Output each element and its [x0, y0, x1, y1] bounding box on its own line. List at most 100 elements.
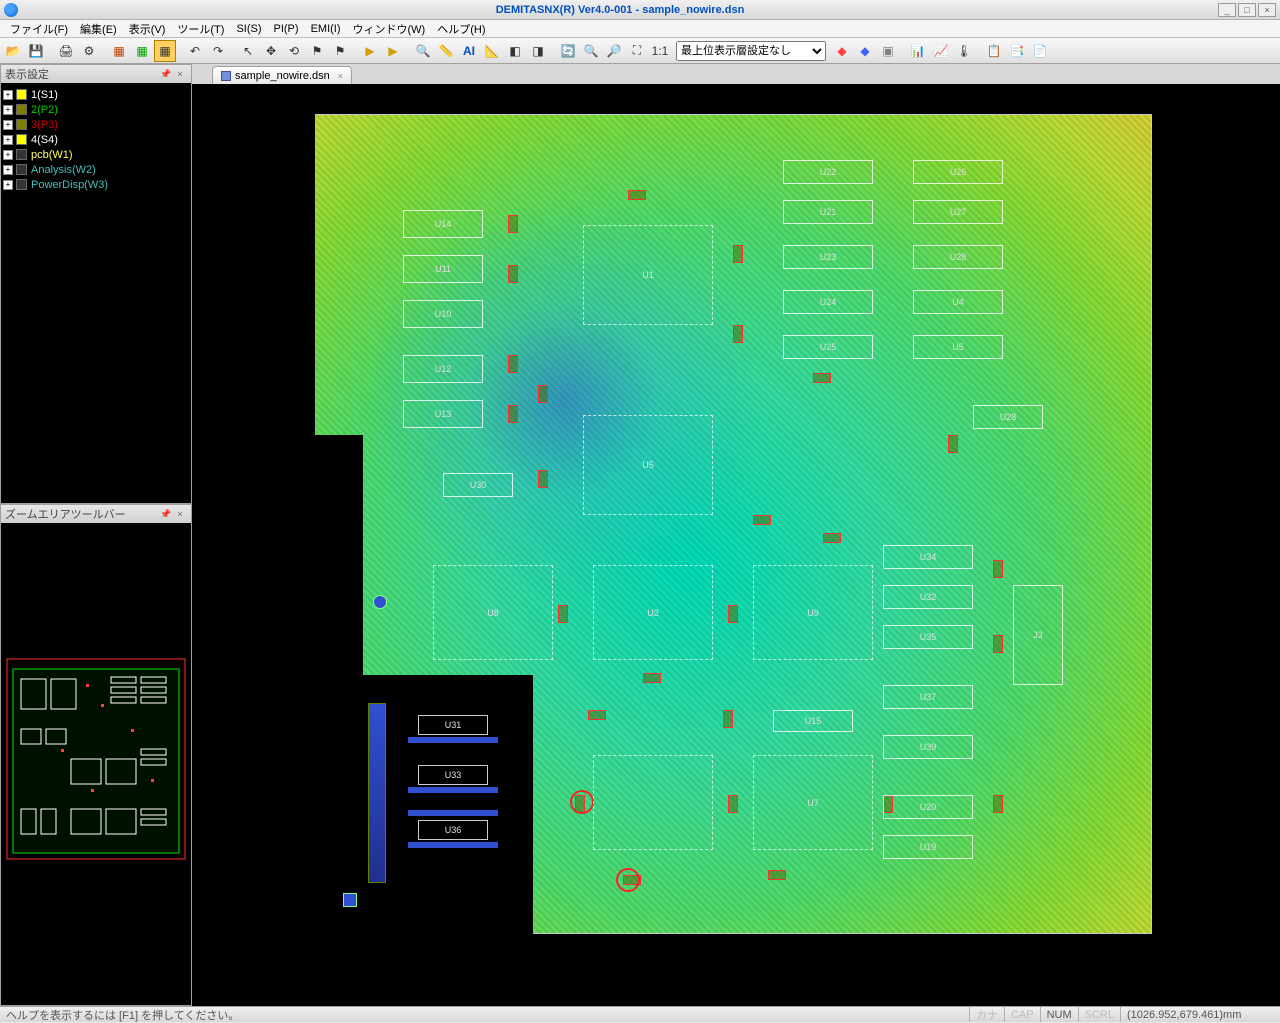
component-U4[interactable]: U4	[913, 290, 1003, 314]
search-icon[interactable]: 🔍	[412, 40, 434, 62]
run-icon[interactable]: ▶	[359, 40, 381, 62]
text-ai-icon[interactable]: AI	[458, 40, 480, 62]
move-icon[interactable]: ✥	[260, 40, 282, 62]
component-U5[interactable]: U5	[583, 415, 713, 515]
component-U23[interactable]: U23	[783, 245, 873, 269]
component-U35[interactable]: U35	[883, 625, 973, 649]
zoom-out-icon[interactable]: 🔎	[603, 40, 625, 62]
component-U20[interactable]: U20	[883, 795, 973, 819]
component-U37[interactable]: U37	[883, 685, 973, 709]
panel-close2-icon[interactable]: ×	[173, 507, 187, 521]
run2-icon[interactable]: ▶	[382, 40, 404, 62]
component-U14[interactable]: U14	[403, 210, 483, 238]
save-icon[interactable]: 💾	[25, 40, 47, 62]
zoom-thumbnail[interactable]	[1, 523, 191, 1005]
pin-icon[interactable]: 📌	[159, 67, 173, 81]
report3-icon[interactable]: 📄	[1029, 40, 1051, 62]
grid-icon[interactable]: ▦	[154, 40, 176, 62]
color2-icon[interactable]: ◆	[854, 40, 876, 62]
component-U26[interactable]: U26	[913, 160, 1003, 184]
pointer-icon[interactable]: ↖	[237, 40, 259, 62]
tree-item[interactable]: +pcb(W1)	[3, 147, 189, 162]
ruler-icon[interactable]: 📐	[481, 40, 503, 62]
undo-icon[interactable]: ↶	[184, 40, 206, 62]
component-U5b[interactable]: U5	[913, 335, 1003, 359]
menu-window[interactable]: ウィンドウ(W)	[347, 21, 432, 37]
component-U11[interactable]: U11	[403, 255, 483, 283]
component-U15[interactable]: U15	[773, 710, 853, 732]
component-U28b[interactable]: U28	[973, 405, 1043, 429]
print-icon[interactable]: 🖨	[55, 40, 77, 62]
component-U33[interactable]: U33	[418, 765, 488, 785]
component-U12[interactable]: U12	[403, 355, 483, 383]
panel-close-icon[interactable]: ×	[173, 67, 187, 81]
component-U19[interactable]: U19	[883, 835, 973, 859]
component-U31[interactable]: U31	[418, 715, 488, 735]
menu-si[interactable]: SI(S)	[230, 23, 267, 35]
pcb-canvas[interactable]: U1 U5 U2 U8 U9 U7 U14 U11 U10 U12 U13 U30 U22 U21 U23 U…	[192, 84, 1280, 1006]
redo-icon[interactable]: ↷	[207, 40, 229, 62]
menu-pi[interactable]: PI(P)	[268, 23, 305, 35]
settings-icon[interactable]: ⚙	[78, 40, 100, 62]
tree-item[interactable]: +PowerDisp(W3)	[3, 177, 189, 192]
layer1-icon[interactable]: ▦	[108, 40, 130, 62]
component-J3[interactable]: J3	[1013, 585, 1063, 685]
rotate-icon[interactable]: ⟲	[283, 40, 305, 62]
measure-icon[interactable]: 📏	[435, 40, 457, 62]
component-anon[interactable]	[593, 755, 713, 850]
tree-item[interactable]: +4(S4)	[3, 132, 189, 147]
component-U39[interactable]: U39	[883, 735, 973, 759]
tool5-icon[interactable]: ◧	[504, 40, 526, 62]
component-U27[interactable]: U27	[913, 200, 1003, 224]
tab-close-icon[interactable]: ×	[338, 71, 343, 81]
component-U28[interactable]: U28	[913, 245, 1003, 269]
menu-edit[interactable]: 編集(E)	[74, 21, 123, 37]
chart1-icon[interactable]: 📊	[907, 40, 929, 62]
component-U32[interactable]: U32	[883, 585, 973, 609]
component-U10[interactable]: U10	[403, 300, 483, 328]
report2-icon[interactable]: 📑	[1006, 40, 1028, 62]
report1-icon[interactable]: 📋	[983, 40, 1005, 62]
heat-icon[interactable]: 🌡	[953, 40, 975, 62]
refresh-icon[interactable]: 🔄	[557, 40, 579, 62]
menu-tool[interactable]: ツール(T)	[171, 21, 230, 37]
component-U1[interactable]: U1	[583, 225, 713, 325]
chart2-icon[interactable]: 📈	[930, 40, 952, 62]
tree-item[interactable]: +2(P2)	[3, 102, 189, 117]
menu-help[interactable]: ヘルプ(H)	[431, 21, 491, 37]
layer2-icon[interactable]: ▦	[131, 40, 153, 62]
tree-item[interactable]: +Analysis(W2)	[3, 162, 189, 177]
menu-emi[interactable]: EMI(I)	[305, 23, 347, 35]
flag2-icon[interactable]: ⚑	[329, 40, 351, 62]
component-U22[interactable]: U22	[783, 160, 873, 184]
flag1-icon[interactable]: ⚑	[306, 40, 328, 62]
layer-select[interactable]: 最上位表示層設定なし	[676, 41, 826, 61]
component-U21[interactable]: U21	[783, 200, 873, 224]
component-U24[interactable]: U24	[783, 290, 873, 314]
component-U36[interactable]: U36	[418, 820, 488, 840]
component-U30[interactable]: U30	[443, 473, 513, 497]
pin2-icon[interactable]: 📌	[159, 507, 173, 521]
maximize-button[interactable]: □	[1238, 3, 1256, 17]
component-U25[interactable]: U25	[783, 335, 873, 359]
layer-tree[interactable]: +1(S1)+2(P2)+3(P3)+4(S4)+pcb(W1)+Analysi…	[1, 83, 191, 503]
menu-view[interactable]: 表示(V)	[123, 21, 172, 37]
tool6-icon[interactable]: ◨	[527, 40, 549, 62]
tree-item[interactable]: +1(S1)	[3, 87, 189, 102]
component-U2[interactable]: U2	[593, 565, 713, 660]
zoom-in-icon[interactable]: 🔍	[580, 40, 602, 62]
component-U9[interactable]: U9	[753, 565, 873, 660]
component-U8[interactable]: U8	[433, 565, 553, 660]
color1-icon[interactable]: ◆	[831, 40, 853, 62]
close-button[interactable]: ×	[1258, 3, 1276, 17]
component-U7[interactable]: U7	[753, 755, 873, 850]
open-icon[interactable]: 📂	[2, 40, 24, 62]
menu-file[interactable]: ファイル(F)	[4, 21, 74, 37]
component-U13[interactable]: U13	[403, 400, 483, 428]
fit-icon[interactable]: ⛶	[626, 40, 648, 62]
minimize-button[interactable]: _	[1218, 3, 1236, 17]
component-U34[interactable]: U34	[883, 545, 973, 569]
tree-item[interactable]: +3(P3)	[3, 117, 189, 132]
1to1-icon[interactable]: 1:1	[649, 40, 671, 62]
document-tab[interactable]: sample_nowire.dsn ×	[212, 66, 352, 84]
